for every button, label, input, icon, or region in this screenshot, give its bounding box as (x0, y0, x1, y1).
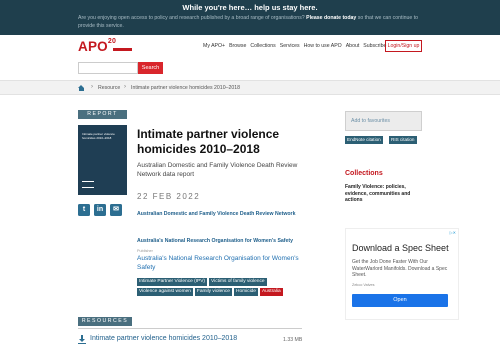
report-type-label: REPORT (78, 110, 127, 119)
author-link-2[interactable]: Australia's National Research Organisati… (137, 238, 312, 245)
collections-heading: Collections (345, 170, 383, 177)
nav-services[interactable]: Services (280, 43, 300, 49)
nav-subscribe[interactable]: Subscribe (363, 43, 386, 49)
download-icon-base (78, 343, 86, 345)
ad-choices-icon[interactable]: ▷✕ (450, 230, 456, 235)
cover-title: Intimate partner violence homicides 2010… (82, 132, 115, 140)
ad-title[interactable]: Download a Spec Sheet (352, 243, 449, 253)
ris-citation-button[interactable]: RIS citation (389, 136, 417, 144)
nav-how-to-use[interactable]: How to use APO (304, 43, 342, 49)
tag-homicide[interactable]: Homicide (233, 288, 258, 296)
page-title: Intimate partner violence homicides 2010… (137, 127, 280, 156)
add-to-favourites-button[interactable]: Add to favourites (345, 111, 422, 131)
ad-open-button[interactable]: Open (352, 294, 448, 307)
tag-violence-against-women[interactable]: Violence against women (137, 288, 193, 296)
resource-file-size: 1.33 MB (283, 337, 303, 343)
donate-link[interactable]: Please donate today (306, 15, 356, 21)
main-nav: My APO+ Browse Collections Services How … (203, 43, 386, 49)
donation-banner: While you're here… help us stay here. Ar… (0, 0, 500, 35)
breadcrumb-current: Intimate partner violence homicides 2010… (131, 85, 241, 91)
nav-browse[interactable]: Browse (229, 43, 246, 49)
nav-about[interactable]: About (346, 43, 360, 49)
search-button[interactable]: Search (138, 62, 163, 74)
breadcrumb: › Resource › Intimate partner violence h… (0, 80, 500, 95)
resources-label: RESOURCES (78, 317, 132, 326)
logo-text: APO (78, 39, 108, 54)
banner-body: Are you enjoying open access to policy a… (78, 15, 305, 21)
tag-ipv[interactable]: Intimate Partner Violence (IPV) (137, 278, 208, 286)
nav-my-apo[interactable]: My APO+ (203, 43, 225, 49)
linkedin-icon[interactable]: in (94, 204, 106, 216)
chevron-right-icon: › (124, 84, 126, 90)
twitter-icon[interactable]: t (78, 204, 90, 216)
publication-date: 22 FEB 2022 (137, 192, 201, 201)
email-icon[interactable]: ✉ (110, 204, 122, 216)
publisher-label: Publisher (137, 249, 153, 253)
divider (78, 328, 302, 329)
apo-logo[interactable]: APO20 (78, 38, 117, 54)
tag-family-violence[interactable]: Family violence (194, 288, 232, 296)
author-link-1[interactable]: Australian Domestic and Family Violence … (137, 211, 297, 218)
nav-collections[interactable]: Collections (250, 43, 275, 49)
logo-sup: 20 (107, 38, 117, 45)
page-subtitle: Australian Domestic and Family Violence … (137, 162, 298, 178)
ad-brand: Zekco Valves (352, 283, 375, 287)
banner-text: Are you enjoying open access to policy a… (78, 15, 423, 30)
tag-australia[interactable]: Australia (259, 288, 283, 296)
login-signup-button[interactable]: Login/Sign up (385, 40, 422, 52)
endnote-citation-button[interactable]: EndNote citation (345, 136, 383, 144)
search-input[interactable] (78, 62, 138, 74)
collection-link[interactable]: Family Violence: policies, evidence, com… (345, 184, 425, 204)
cover-logo (82, 181, 94, 188)
chevron-right-icon: › (91, 84, 93, 90)
tag-victims[interactable]: Victims of family violence (209, 278, 267, 286)
report-cover-image: Intimate partner violence homicides 2010… (78, 125, 127, 195)
resource-download-link[interactable]: Intimate partner violence homicides 2010… (90, 335, 237, 342)
home-icon[interactable] (78, 85, 85, 91)
ad-text: Get the Job Done Faster With Our WaterWa… (352, 259, 448, 278)
banner-title: While you're here… help us stay here. (182, 3, 318, 12)
breadcrumb-resource[interactable]: Resource (98, 85, 120, 91)
advertisement[interactable]: ▷✕ Download a Spec Sheet Get the Job Don… (345, 228, 459, 320)
publisher-link[interactable]: Australia's National Research Organisati… (137, 255, 307, 272)
logo-bar (113, 48, 132, 51)
tag-list: Intimate Partner Violence (IPV) Victims … (137, 278, 307, 298)
